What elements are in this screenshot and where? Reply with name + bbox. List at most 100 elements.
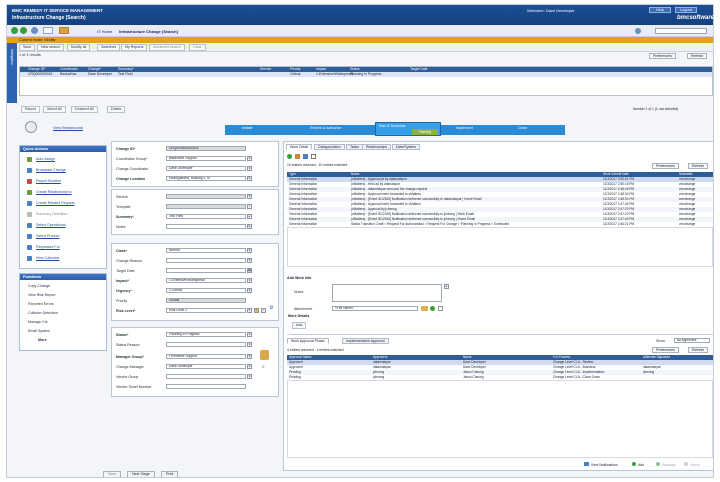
forward-icon[interactable] (20, 27, 27, 34)
save-icon[interactable] (303, 154, 308, 159)
edit-icon[interactable]: ✎ (247, 176, 252, 181)
tab-work-detail[interactable]: Work Detail (286, 144, 313, 150)
coordinator-group-field[interactable]: Backoffice Support (166, 156, 246, 161)
summary-field[interactable]: Test Field (166, 214, 246, 219)
help-button[interactable]: Help (649, 7, 671, 13)
report-button[interactable]: Report (21, 106, 40, 113)
tab-implementation-approval[interactable]: Implementation Approval (342, 338, 389, 344)
stage-implement[interactable]: Implement (453, 125, 476, 135)
my-reports-button[interactable]: My Reports (121, 44, 148, 51)
risk-level-field[interactable]: Risk Level 1 (166, 308, 246, 313)
chevron-down-icon[interactable]: ▾ (247, 332, 252, 337)
chevron-down-icon[interactable]: ▾ (247, 248, 252, 253)
expand-icon[interactable]: ▸ (444, 284, 449, 289)
history-icon[interactable] (635, 28, 641, 34)
home-icon[interactable] (43, 27, 53, 34)
change-manager-field[interactable]: Dave Developer (166, 364, 246, 369)
quick-action-item[interactable]: Select Product (27, 234, 59, 241)
function-item[interactable]: Collision Detection (28, 311, 58, 315)
search-icon[interactable]: ⌕ (261, 308, 266, 313)
function-item[interactable]: Reported Errors (28, 302, 54, 306)
change-reason-field[interactable] (166, 258, 246, 263)
tab-categorization[interactable]: Categorization (314, 144, 345, 150)
attachment-field[interactable]: <File Name> (332, 306, 418, 311)
status-field[interactable]: Planning In Progress (166, 332, 246, 337)
template-field[interactable] (166, 204, 246, 209)
vendor-group-field[interactable] (166, 374, 246, 379)
work-refresh-button[interactable]: Refresh (688, 163, 709, 169)
gear-icon[interactable]: ⚙ (269, 306, 274, 312)
chevron-down-icon[interactable]: ▾ (247, 364, 252, 369)
quick-action-item[interactable]: View Calendar (27, 256, 59, 263)
status-reason-field[interactable] (166, 342, 246, 347)
new-search-button[interactable]: New search (37, 44, 64, 51)
class-field[interactable]: Normal (166, 248, 246, 253)
add-work-info-button[interactable]: Add (292, 322, 307, 329)
search-icon[interactable]: ⌕ (247, 204, 252, 209)
tab-work-approval-phase[interactable]: Work Approval Phase (287, 338, 329, 344)
tab-tasks[interactable]: Tasks (346, 144, 363, 150)
chevron-down-icon[interactable]: ▾ (247, 166, 252, 171)
expand-icon[interactable]: ▸ (247, 214, 252, 219)
function-item[interactable]: Email System (28, 329, 50, 333)
chevron-down-icon[interactable]: ▾ (247, 278, 252, 283)
table-row[interactable]: CRQ000000001 Banks/Kao Dave Developer Te… (20, 72, 712, 77)
results-refresh-button[interactable]: Refresh (687, 53, 708, 59)
advanced-search-button[interactable]: Advanced search (149, 44, 185, 51)
chevron-down-icon[interactable]: ▾ (247, 288, 252, 293)
approval-add-button[interactable]: Add (632, 462, 644, 467)
reject-button[interactable]: Reject (684, 462, 700, 467)
urgency-field[interactable]: 1-Critical (166, 288, 246, 293)
results-preferences-button[interactable]: Preferences (649, 53, 676, 59)
reassign-button[interactable]: Reassign (656, 462, 676, 467)
breadcrumb-home[interactable]: IT Home (97, 29, 112, 34)
edit-icon[interactable] (295, 154, 300, 159)
back-icon[interactable] (11, 27, 18, 34)
view-notifications-button[interactable]: View Notifications (584, 462, 618, 467)
quick-action-item[interactable]: Summary Definition (27, 212, 67, 219)
view-breadcrumb-link[interactable]: View Breadcrumb (53, 126, 83, 130)
risk-wizard-icon[interactable]: ! (254, 308, 259, 313)
vendor-ticket-field[interactable] (166, 384, 246, 389)
show-select[interactable]: All Approvers (674, 338, 710, 343)
chevron-down-icon[interactable]: ▾ (247, 194, 252, 199)
searches-button[interactable]: Searches (97, 44, 121, 51)
deselect-all-button[interactable]: Deselect All (71, 106, 98, 113)
chevron-down-icon[interactable]: ▾ (247, 374, 252, 379)
quick-action-item[interactable]: Report Shortlist (27, 179, 61, 186)
stage-review-authorize[interactable]: Review & Authorize (307, 125, 344, 135)
target-date-field[interactable] (166, 268, 246, 273)
select-all-button[interactable]: Select All (43, 106, 66, 113)
service-field[interactable] (166, 194, 246, 199)
folder-icon[interactable] (421, 306, 428, 311)
calendar-icon[interactable]: ▦ (247, 268, 252, 273)
function-item[interactable]: Copy Change (28, 284, 50, 288)
chevron-down-icon[interactable]: ▾ (247, 258, 252, 263)
stage-initiate[interactable]: Initiate (239, 125, 256, 135)
stage-plan-schedule[interactable]: Plan & Schedule Planning (375, 122, 441, 136)
tab-relationships[interactable]: Relationships (362, 144, 392, 150)
quick-action-item[interactable]: Auto Assign (27, 157, 55, 164)
chevron-down-icon[interactable]: ▾ (247, 342, 252, 347)
approval-preferences-button[interactable]: Preferences (652, 347, 679, 353)
approval-refresh-button[interactable]: Refresh (688, 347, 709, 353)
modify-all-button[interactable]: Modify all (67, 44, 91, 51)
chevron-down-icon[interactable]: ▾ (247, 354, 252, 359)
change-coordinator-field[interactable]: Dave Developer (166, 166, 246, 171)
side-navigation-tab[interactable]: Navigation (7, 43, 17, 103)
delete-button[interactable]: Delete (107, 106, 126, 113)
folder-icon[interactable] (59, 27, 69, 34)
quick-action-item[interactable]: Select Operational (27, 223, 66, 230)
impact-field[interactable]: 1-Extensive/Widespread (166, 278, 246, 283)
clear-button[interactable]: Clear (189, 44, 206, 51)
logout-button[interactable]: Logout (675, 7, 697, 13)
chevron-down-icon[interactable]: ▾ (247, 156, 252, 161)
global-search-input[interactable] (655, 28, 707, 34)
add-attachment-icon[interactable] (430, 306, 435, 311)
stage-close[interactable]: Close (515, 125, 530, 135)
quick-action-item[interactable]: Create Relationship to (27, 190, 72, 197)
add-icon[interactable] (287, 154, 292, 159)
chevron-down-icon[interactable]: ▾ (247, 308, 252, 313)
toolbar-save-button[interactable]: Save (19, 44, 36, 51)
quick-action-item[interactable]: Broadcast Change (27, 168, 66, 175)
